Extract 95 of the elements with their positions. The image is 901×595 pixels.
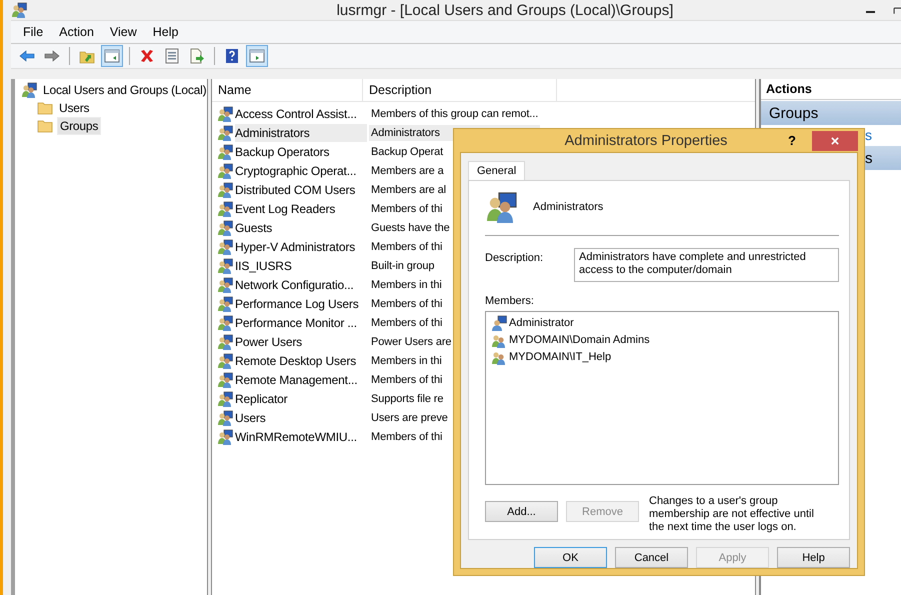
table-cell-text: Users are preve bbox=[370, 410, 448, 426]
group-icon bbox=[217, 144, 233, 160]
group-icon bbox=[485, 191, 517, 223]
group-icon bbox=[217, 314, 233, 330]
list-item[interactable]: Remote Desktop Users bbox=[235, 352, 367, 370]
cancel-button[interactable]: Cancel bbox=[615, 547, 688, 568]
tab[interactable]: General bbox=[468, 161, 526, 180]
table-cell-text: Guests have the bbox=[370, 220, 450, 236]
table-cell-text: Members of thi bbox=[370, 202, 442, 216]
menu-item[interactable]: Help bbox=[146, 23, 184, 41]
table-cell-text: Supports file re bbox=[370, 392, 444, 406]
list-item[interactable]: WinRMRemoteWMIU... bbox=[235, 428, 367, 446]
list-item[interactable]: Administrator bbox=[509, 316, 574, 328]
list-item[interactable]: Performance Monitor ... bbox=[235, 314, 367, 332]
menu-item[interactable]: View bbox=[104, 23, 143, 41]
close-icon[interactable] bbox=[812, 130, 858, 150]
group-icon bbox=[21, 82, 37, 98]
table-cell-text: Members are al bbox=[370, 182, 446, 198]
help-button[interactable]: ? bbox=[782, 133, 802, 148]
group-icon bbox=[11, 2, 27, 18]
group-icon bbox=[217, 410, 233, 426]
tree-item[interactable]: Groups bbox=[57, 117, 102, 135]
properties-icon[interactable] bbox=[164, 48, 180, 64]
list-item[interactable]: Network Configuratio... bbox=[235, 276, 367, 294]
list-item[interactable]: Distributed COM Users bbox=[235, 180, 367, 198]
group-icon bbox=[217, 334, 233, 350]
note-text: Changes to a user's group membership are not effective until the next time the user logs on. bbox=[649, 495, 815, 534]
table-cell-text: Members of thi bbox=[370, 296, 442, 312]
list-item[interactable]: IIS_IUSRS bbox=[235, 256, 367, 274]
tree-item[interactable]: Local Users and Groups (Local) bbox=[41, 82, 208, 98]
group-icon bbox=[217, 428, 233, 444]
tree-pane-icon[interactable] bbox=[104, 48, 120, 64]
table-cell-text: Members of thi bbox=[370, 240, 442, 254]
action-pane-icon[interactable] bbox=[249, 48, 265, 64]
group-icon bbox=[217, 182, 233, 198]
section-header[interactable]: Groups bbox=[761, 101, 901, 125]
field-label: Members: bbox=[485, 295, 535, 307]
description-field[interactable]: Administrators have complete and unrestricted access to the computer/domain bbox=[574, 248, 839, 282]
list-item[interactable]: Hyper-V Administrators bbox=[235, 238, 367, 256]
menu-item[interactable]: File bbox=[17, 23, 50, 41]
list-item[interactable]: Power Users bbox=[235, 332, 367, 350]
table-cell-text: Members of thi bbox=[370, 372, 442, 388]
forward-arrow-icon[interactable] bbox=[44, 48, 60, 64]
group-icon bbox=[217, 390, 233, 406]
group-icon bbox=[217, 296, 233, 312]
menu-item[interactable]: Action bbox=[53, 23, 100, 41]
group-icon bbox=[217, 352, 233, 368]
group-icon bbox=[217, 258, 233, 274]
help-button[interactable]: Help bbox=[777, 547, 850, 568]
delete-icon[interactable] bbox=[139, 48, 155, 64]
list-item[interactable]: Administrators bbox=[235, 124, 367, 142]
table-cell-text: Members are a bbox=[370, 164, 444, 178]
list-item[interactable]: MYDOMAIN\IT_Help bbox=[509, 350, 612, 362]
group-icon bbox=[217, 200, 233, 216]
list-item[interactable]: Performance Log Users bbox=[235, 294, 367, 312]
dialog-title: Administrators Properties bbox=[564, 132, 728, 148]
group-icon bbox=[217, 106, 233, 122]
list-item[interactable]: Replicator bbox=[235, 390, 367, 408]
list-item[interactable]: Remote Management... bbox=[235, 370, 367, 388]
table-cell-text: Members in thi bbox=[370, 278, 442, 292]
table-cell-text: Backup Operat bbox=[370, 144, 444, 160]
folder-icon bbox=[37, 100, 53, 116]
add-button[interactable]: Add... bbox=[485, 501, 558, 522]
column-header[interactable]: Description bbox=[363, 79, 557, 101]
help-icon[interactable] bbox=[224, 48, 240, 64]
members-list[interactable]: Administrator MYDOMAIN\Domain Admins MYDOMAIN\IT_Help bbox=[485, 311, 839, 485]
tree-item[interactable]: Users bbox=[57, 100, 92, 116]
list-item[interactable]: Access Control Assist... bbox=[235, 104, 367, 122]
table-cell-text: Members of thi bbox=[370, 316, 442, 330]
group-icon bbox=[217, 372, 233, 388]
window-title: lusrmgr - [Local Users and Groups (Local)\Groups] bbox=[336, 2, 674, 18]
table-cell-text: Members in thi bbox=[370, 354, 442, 368]
back-arrow-icon[interactable] bbox=[19, 48, 35, 64]
table-cell-text: Built-in group bbox=[370, 258, 434, 274]
column-header[interactable]: Name bbox=[212, 79, 363, 101]
group-icon bbox=[217, 162, 233, 178]
field-label: Description: bbox=[485, 251, 544, 266]
group-icon bbox=[217, 238, 233, 254]
export-list-icon[interactable] bbox=[189, 48, 205, 64]
list-item[interactable]: MYDOMAIN\Domain Admins bbox=[509, 334, 650, 346]
list-item[interactable]: Users bbox=[235, 408, 367, 426]
ok-button[interactable]: OK bbox=[534, 547, 607, 568]
group-icon bbox=[217, 220, 233, 236]
table-cell-text: Members of thi bbox=[370, 430, 442, 444]
list-item[interactable]: Backup Operators bbox=[235, 142, 367, 160]
folder-icon bbox=[37, 118, 53, 134]
list-item[interactable]: Event Log Readers bbox=[235, 200, 367, 218]
list-item[interactable]: Cryptographic Operat... bbox=[235, 162, 367, 180]
list-item[interactable]: Guests bbox=[235, 218, 367, 236]
table-cell-text: Members of this group can remot... bbox=[370, 106, 538, 122]
group-name: Administrators bbox=[533, 201, 604, 213]
table-cell-text: Power Users are bbox=[370, 334, 452, 350]
group-icon bbox=[217, 276, 233, 292]
user-icon bbox=[491, 314, 507, 330]
group-icon bbox=[217, 124, 233, 140]
